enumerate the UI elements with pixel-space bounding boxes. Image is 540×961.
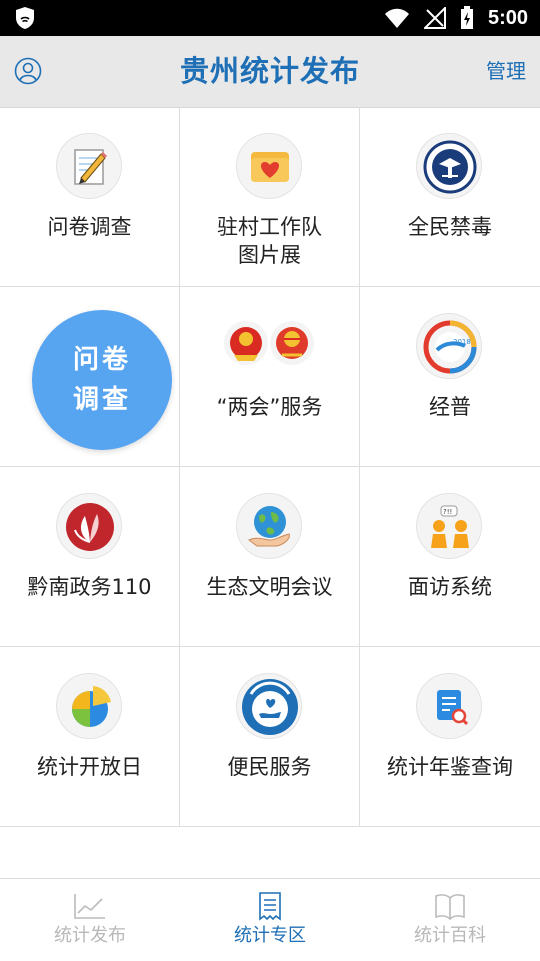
feature-grid: 问卷调查 驻村工作队 图片展 全民禁毒 “两会”服务 2018 经普 黔南政务1… [0,107,540,828]
open-book-icon [435,894,465,921]
service-heart-hand-icon [236,673,302,739]
tab-label: 统计百科 [414,925,486,946]
leaf-logo-icon [56,493,122,559]
tab-statistics-zone[interactable]: 统计专区 [180,879,360,961]
manage-button[interactable]: 管理 [486,36,526,107]
tab-label: 统计发布 [54,925,126,946]
grid-item-anti-drug[interactable]: 全民禁毒 [360,107,540,287]
grid-item-label: 统计年鉴查询 [387,755,513,779]
tab-statistics-release[interactable]: 统计发布 [0,879,180,961]
shield-notification-icon [14,6,36,34]
svg-text:2018: 2018 [453,338,471,346]
tab-label: 统计专区 [234,925,306,946]
grid-item-label: 统计开放日 [37,755,142,779]
grid-item-convenience-service[interactable]: 便民服务 [180,647,360,827]
grid-item-village-team-gallery[interactable]: 驻村工作队 图片展 [180,107,360,287]
grid-item-label: 生态文明会议 [206,575,333,599]
tab-statistics-encyclopedia[interactable]: 统计百科 [360,879,540,961]
status-bar: 5:00 [0,0,540,36]
app-header: 贵州统计发布 管理 [0,36,540,108]
earth-hand-icon [236,493,302,559]
heart-folder-icon [236,133,302,199]
grid-item-label: 驻村工作队 图片展 [217,215,322,267]
interview-people-icon: ?!! [416,493,482,559]
grid-item-questionnaire[interactable]: 问卷调查 [0,107,180,287]
svg-text:?!!: ?!! [443,508,452,516]
grid-item-economic-census[interactable]: 2018 经普 [360,287,540,467]
census-2018-logo-icon: 2018 [416,313,482,379]
grid-item-label: 黔南政务110 [27,575,152,599]
grid-item-interview-system[interactable]: ?!! 面访系统 [360,467,540,647]
clock: 5:00 [487,6,528,29]
grid-item-label: 便民服务 [227,755,312,779]
line-chart-icon [74,894,105,919]
pie-chart-icon [56,673,122,739]
grid-item-label: 问卷调查 [47,215,132,239]
bottom-tab-bar: 统计发布 统计专区 统计百科 [0,878,540,961]
grid-item-label: 面访系统 [408,575,492,599]
grid-item-label: 全民禁毒 [408,215,492,239]
grid-item-statistics-open-day[interactable]: 统计开放日 [0,647,180,827]
pencil-notepad-icon [56,133,122,199]
anti-drug-emblem-icon [416,133,482,199]
no-signal-icon [423,7,446,29]
floating-questionnaire-button[interactable]: 问卷 调查 [32,310,172,450]
float-button-line2: 调查 [72,385,131,415]
page-title: 贵州统计发布 [179,54,360,88]
document-list-icon [259,892,281,921]
grid-item-label: 经普 [429,395,471,419]
national-emblems-icon [220,317,320,373]
grid-item-eco-civilization[interactable]: 生态文明会议 [180,467,360,647]
grid-item-two-sessions[interactable]: “两会”服务 [180,287,360,467]
float-button-line1: 问卷 [72,345,131,375]
battery-charging-icon [460,6,473,29]
grid-item-qiannan-gov-110[interactable]: 黔南政务110 [0,467,180,647]
wifi-icon [384,8,409,28]
grid-item-label: “两会”服务 [216,395,323,419]
grid-item-yearbook-query[interactable]: 统计年鉴查询 [360,647,540,827]
yearbook-search-icon [416,673,482,739]
